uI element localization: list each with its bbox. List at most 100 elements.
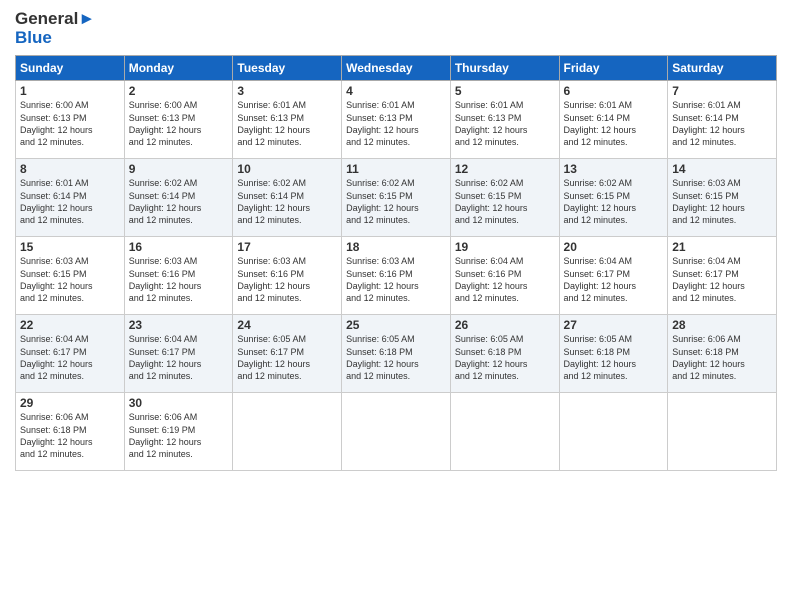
calendar-page: General► Blue Sunday Monday Tuesday Wedn… xyxy=(0,0,792,612)
day-number: 12 xyxy=(455,162,555,176)
col-monday: Monday xyxy=(124,56,233,81)
day-info: Sunrise: 6:01 AMSunset: 6:13 PMDaylight:… xyxy=(455,99,555,148)
table-row: 26Sunrise: 6:05 AMSunset: 6:18 PMDayligh… xyxy=(450,315,559,393)
table-row: 9Sunrise: 6:02 AMSunset: 6:14 PMDaylight… xyxy=(124,159,233,237)
day-number: 24 xyxy=(237,318,337,332)
day-number: 21 xyxy=(672,240,772,254)
day-info: Sunrise: 6:03 AMSunset: 6:16 PMDaylight:… xyxy=(346,255,446,304)
table-row: 27Sunrise: 6:05 AMSunset: 6:18 PMDayligh… xyxy=(559,315,668,393)
day-number: 16 xyxy=(129,240,229,254)
day-info: Sunrise: 6:02 AMSunset: 6:15 PMDaylight:… xyxy=(346,177,446,226)
table-row: 13Sunrise: 6:02 AMSunset: 6:15 PMDayligh… xyxy=(559,159,668,237)
table-row: 22Sunrise: 6:04 AMSunset: 6:17 PMDayligh… xyxy=(16,315,125,393)
day-number: 28 xyxy=(672,318,772,332)
col-friday: Friday xyxy=(559,56,668,81)
table-row: 10Sunrise: 6:02 AMSunset: 6:14 PMDayligh… xyxy=(233,159,342,237)
day-info: Sunrise: 6:03 AMSunset: 6:16 PMDaylight:… xyxy=(129,255,229,304)
day-number: 20 xyxy=(564,240,664,254)
col-sunday: Sunday xyxy=(16,56,125,81)
table-row: 16Sunrise: 6:03 AMSunset: 6:16 PMDayligh… xyxy=(124,237,233,315)
day-info: Sunrise: 6:04 AMSunset: 6:17 PMDaylight:… xyxy=(672,255,772,304)
day-info: Sunrise: 6:01 AMSunset: 6:14 PMDaylight:… xyxy=(672,99,772,148)
day-info: Sunrise: 6:01 AMSunset: 6:13 PMDaylight:… xyxy=(346,99,446,148)
day-number: 26 xyxy=(455,318,555,332)
day-info: Sunrise: 6:04 AMSunset: 6:17 PMDaylight:… xyxy=(564,255,664,304)
day-info: Sunrise: 6:04 AMSunset: 6:17 PMDaylight:… xyxy=(20,333,120,382)
table-row xyxy=(233,393,342,471)
col-saturday: Saturday xyxy=(668,56,777,81)
day-number: 9 xyxy=(129,162,229,176)
table-row: 23Sunrise: 6:04 AMSunset: 6:17 PMDayligh… xyxy=(124,315,233,393)
day-info: Sunrise: 6:03 AMSunset: 6:15 PMDaylight:… xyxy=(20,255,120,304)
day-number: 3 xyxy=(237,84,337,98)
day-info: Sunrise: 6:03 AMSunset: 6:15 PMDaylight:… xyxy=(672,177,772,226)
day-number: 18 xyxy=(346,240,446,254)
logo-text: General► xyxy=(15,10,95,29)
table-row: 29Sunrise: 6:06 AMSunset: 6:18 PMDayligh… xyxy=(16,393,125,471)
table-row: 3Sunrise: 6:01 AMSunset: 6:13 PMDaylight… xyxy=(233,81,342,159)
table-row: 19Sunrise: 6:04 AMSunset: 6:16 PMDayligh… xyxy=(450,237,559,315)
table-row: 7Sunrise: 6:01 AMSunset: 6:14 PMDaylight… xyxy=(668,81,777,159)
day-number: 7 xyxy=(672,84,772,98)
table-row xyxy=(668,393,777,471)
day-number: 14 xyxy=(672,162,772,176)
col-wednesday: Wednesday xyxy=(342,56,451,81)
day-info: Sunrise: 6:06 AMSunset: 6:19 PMDaylight:… xyxy=(129,411,229,460)
page-header: General► Blue xyxy=(15,10,777,47)
col-tuesday: Tuesday xyxy=(233,56,342,81)
table-row: 15Sunrise: 6:03 AMSunset: 6:15 PMDayligh… xyxy=(16,237,125,315)
day-number: 23 xyxy=(129,318,229,332)
day-number: 6 xyxy=(564,84,664,98)
table-row: 2Sunrise: 6:00 AMSunset: 6:13 PMDaylight… xyxy=(124,81,233,159)
day-info: Sunrise: 6:01 AMSunset: 6:14 PMDaylight:… xyxy=(20,177,120,226)
day-number: 19 xyxy=(455,240,555,254)
table-row: 30Sunrise: 6:06 AMSunset: 6:19 PMDayligh… xyxy=(124,393,233,471)
logo-blue-text: Blue xyxy=(15,29,95,48)
day-number: 4 xyxy=(346,84,446,98)
table-row: 17Sunrise: 6:03 AMSunset: 6:16 PMDayligh… xyxy=(233,237,342,315)
day-info: Sunrise: 6:00 AMSunset: 6:13 PMDaylight:… xyxy=(20,99,120,148)
table-row: 4Sunrise: 6:01 AMSunset: 6:13 PMDaylight… xyxy=(342,81,451,159)
day-info: Sunrise: 6:02 AMSunset: 6:15 PMDaylight:… xyxy=(564,177,664,226)
day-info: Sunrise: 6:05 AMSunset: 6:17 PMDaylight:… xyxy=(237,333,337,382)
table-row: 28Sunrise: 6:06 AMSunset: 6:18 PMDayligh… xyxy=(668,315,777,393)
day-info: Sunrise: 6:05 AMSunset: 6:18 PMDaylight:… xyxy=(564,333,664,382)
day-info: Sunrise: 6:05 AMSunset: 6:18 PMDaylight:… xyxy=(346,333,446,382)
day-info: Sunrise: 6:02 AMSunset: 6:14 PMDaylight:… xyxy=(237,177,337,226)
table-row: 21Sunrise: 6:04 AMSunset: 6:17 PMDayligh… xyxy=(668,237,777,315)
table-row: 11Sunrise: 6:02 AMSunset: 6:15 PMDayligh… xyxy=(342,159,451,237)
logo: General► Blue xyxy=(15,10,95,47)
day-info: Sunrise: 6:01 AMSunset: 6:14 PMDaylight:… xyxy=(564,99,664,148)
day-info: Sunrise: 6:03 AMSunset: 6:16 PMDaylight:… xyxy=(237,255,337,304)
table-row xyxy=(342,393,451,471)
day-number: 15 xyxy=(20,240,120,254)
day-number: 25 xyxy=(346,318,446,332)
day-info: Sunrise: 6:06 AMSunset: 6:18 PMDaylight:… xyxy=(672,333,772,382)
day-info: Sunrise: 6:02 AMSunset: 6:15 PMDaylight:… xyxy=(455,177,555,226)
table-row xyxy=(450,393,559,471)
day-info: Sunrise: 6:06 AMSunset: 6:18 PMDaylight:… xyxy=(20,411,120,460)
day-number: 10 xyxy=(237,162,337,176)
day-number: 1 xyxy=(20,84,120,98)
day-info: Sunrise: 6:02 AMSunset: 6:14 PMDaylight:… xyxy=(129,177,229,226)
day-number: 13 xyxy=(564,162,664,176)
day-number: 27 xyxy=(564,318,664,332)
day-number: 8 xyxy=(20,162,120,176)
day-info: Sunrise: 6:01 AMSunset: 6:13 PMDaylight:… xyxy=(237,99,337,148)
table-row: 5Sunrise: 6:01 AMSunset: 6:13 PMDaylight… xyxy=(450,81,559,159)
table-row: 18Sunrise: 6:03 AMSunset: 6:16 PMDayligh… xyxy=(342,237,451,315)
table-row: 25Sunrise: 6:05 AMSunset: 6:18 PMDayligh… xyxy=(342,315,451,393)
day-number: 29 xyxy=(20,396,120,410)
col-thursday: Thursday xyxy=(450,56,559,81)
day-number: 30 xyxy=(129,396,229,410)
calendar-header-row: Sunday Monday Tuesday Wednesday Thursday… xyxy=(16,56,777,81)
calendar-table: Sunday Monday Tuesday Wednesday Thursday… xyxy=(15,55,777,471)
table-row: 8Sunrise: 6:01 AMSunset: 6:14 PMDaylight… xyxy=(16,159,125,237)
day-info: Sunrise: 6:04 AMSunset: 6:17 PMDaylight:… xyxy=(129,333,229,382)
day-number: 11 xyxy=(346,162,446,176)
day-info: Sunrise: 6:00 AMSunset: 6:13 PMDaylight:… xyxy=(129,99,229,148)
day-number: 17 xyxy=(237,240,337,254)
table-row: 6Sunrise: 6:01 AMSunset: 6:14 PMDaylight… xyxy=(559,81,668,159)
table-row: 20Sunrise: 6:04 AMSunset: 6:17 PMDayligh… xyxy=(559,237,668,315)
table-row: 1Sunrise: 6:00 AMSunset: 6:13 PMDaylight… xyxy=(16,81,125,159)
